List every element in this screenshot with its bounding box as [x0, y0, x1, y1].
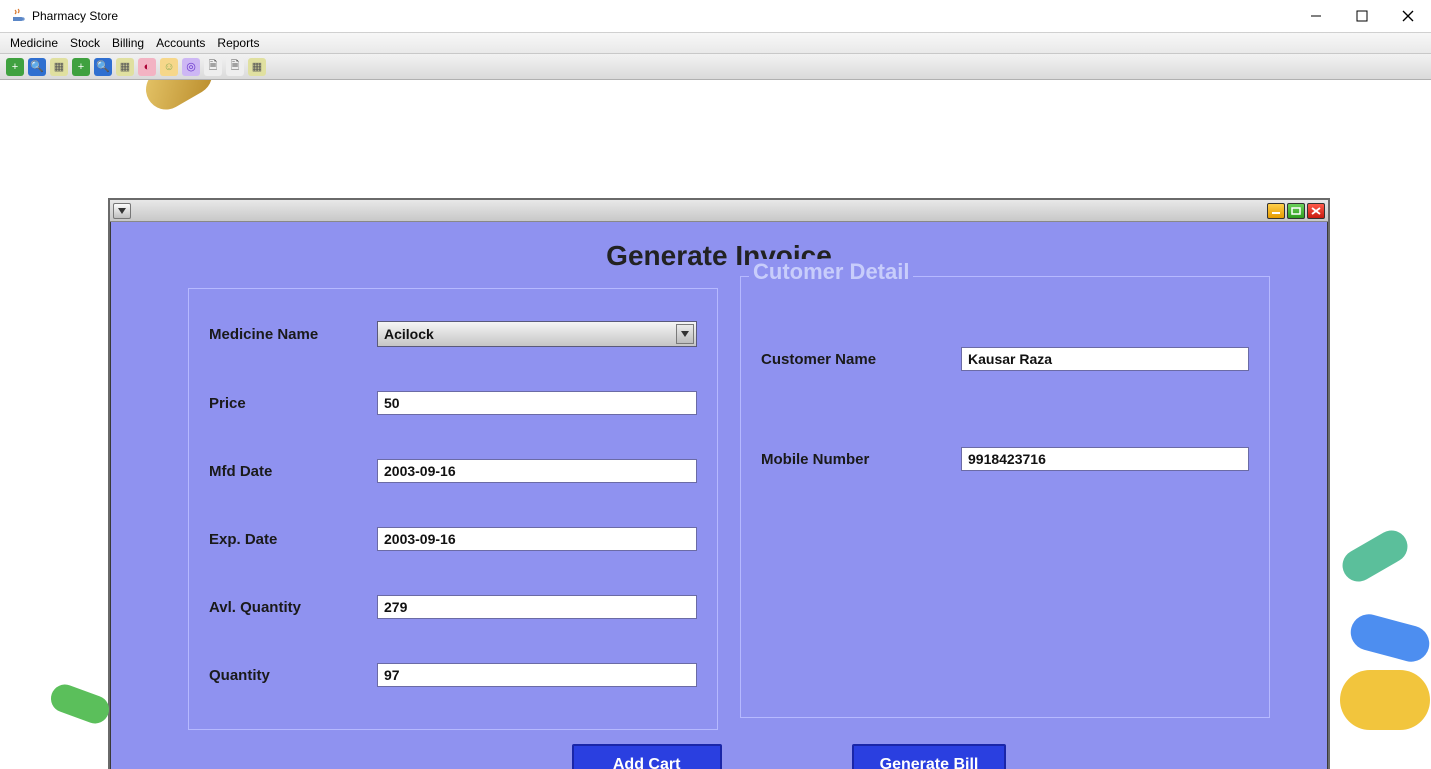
menubar: Medicine Stock Billing Accounts Reports	[0, 32, 1431, 54]
decor-pill	[47, 681, 113, 728]
os-titlebar: Pharmacy Store	[0, 0, 1431, 32]
price-field[interactable]	[377, 391, 697, 415]
grid-icon-2[interactable]: ▦	[116, 58, 134, 76]
inner-minimize-button[interactable]	[1267, 203, 1285, 219]
decor-pill	[1347, 610, 1431, 665]
menu-reports[interactable]: Reports	[211, 34, 265, 52]
label-quantity: Quantity	[209, 667, 377, 684]
user-icon[interactable]: ☺	[160, 58, 178, 76]
grid-icon[interactable]: ▦	[50, 58, 68, 76]
menu-medicine[interactable]: Medicine	[4, 34, 64, 52]
decor-pill	[1337, 525, 1414, 588]
label-medicine-name: Medicine Name	[209, 326, 377, 343]
page-title: Generate Invoice	[128, 240, 1310, 272]
medicine-name-value: Acilock	[384, 326, 434, 342]
invoice-window: Generate Invoice Medicine Name Acilock	[108, 198, 1330, 769]
quantity-field[interactable]	[377, 663, 697, 687]
chevron-down-icon	[676, 324, 694, 344]
label-mobile-number: Mobile Number	[761, 451, 961, 468]
db-icon[interactable]: ◎	[182, 58, 200, 76]
search-icon[interactable]: 🔍	[28, 58, 46, 76]
window-title: Pharmacy Store	[32, 9, 118, 23]
label-customer-name: Customer Name	[761, 351, 961, 368]
doc-icon[interactable]: 🗎	[204, 58, 222, 76]
inner-close-button[interactable]	[1307, 203, 1325, 219]
java-icon	[10, 8, 26, 24]
window-menu-icon[interactable]	[113, 203, 131, 219]
invoice-titlebar	[110, 200, 1328, 222]
os-minimize-button[interactable]	[1293, 0, 1339, 32]
mfd-date-field[interactable]	[377, 459, 697, 483]
toolbar: + 🔍 ▦ + 🔍 ▦ ◐ ☺ ◎ 🗎 🗎 ▦	[0, 54, 1431, 80]
add-cart-button[interactable]: Add Cart	[572, 744, 722, 769]
os-close-button[interactable]	[1385, 0, 1431, 32]
decor-pill	[139, 80, 220, 117]
chart-icon[interactable]: ◐	[138, 58, 156, 76]
add-icon-2[interactable]: +	[72, 58, 90, 76]
medicine-panel: Medicine Name Acilock Price Mf	[188, 288, 718, 730]
os-maximize-button[interactable]	[1339, 0, 1385, 32]
label-exp-date: Exp. Date	[209, 531, 377, 548]
label-avl-quantity: Avl. Quantity	[209, 599, 377, 616]
generate-bill-button[interactable]: Generate Bill	[852, 744, 1007, 769]
medicine-name-combo[interactable]: Acilock	[377, 321, 697, 347]
doc-icon-2[interactable]: 🗎	[226, 58, 244, 76]
customer-panel-title: Cutomer Detail	[749, 259, 913, 285]
menu-accounts[interactable]: Accounts	[150, 34, 211, 52]
avl-quantity-field[interactable]	[377, 595, 697, 619]
workspace: Generate Invoice Medicine Name Acilock	[0, 80, 1431, 769]
customer-name-field[interactable]	[961, 347, 1249, 371]
decor-pill	[1340, 670, 1430, 730]
customer-panel: Cutomer Detail Customer Name Mobile Numb…	[740, 276, 1270, 718]
mobile-number-field[interactable]	[961, 447, 1249, 471]
add-icon[interactable]: +	[6, 58, 24, 76]
exp-date-field[interactable]	[377, 527, 697, 551]
label-mfd-date: Mfd Date	[209, 463, 377, 480]
menu-billing[interactable]: Billing	[106, 34, 150, 52]
grid-icon-3[interactable]: ▦	[248, 58, 266, 76]
menu-stock[interactable]: Stock	[64, 34, 106, 52]
inner-maximize-button[interactable]	[1287, 203, 1305, 219]
search-icon-2[interactable]: 🔍	[94, 58, 112, 76]
label-price: Price	[209, 395, 377, 412]
